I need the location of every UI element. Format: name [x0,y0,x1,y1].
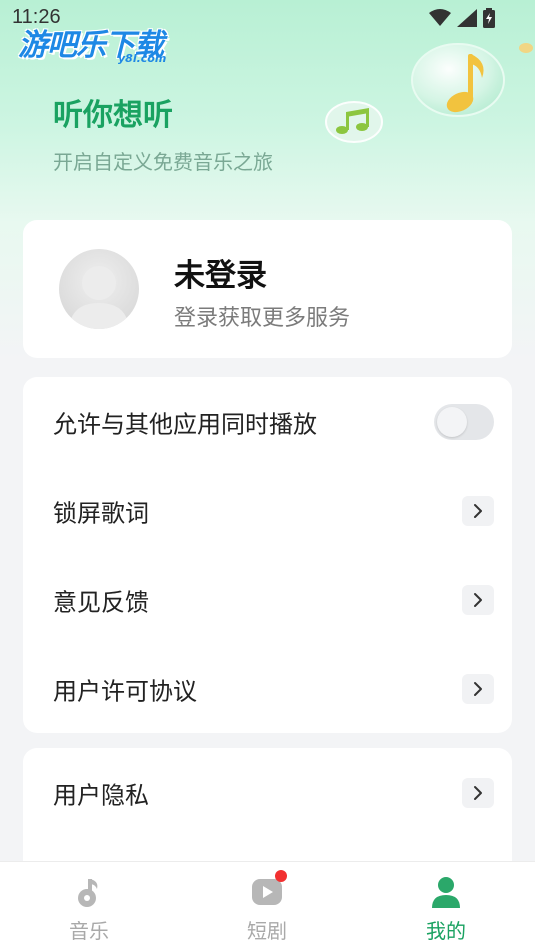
hero-title: 听你想听 [53,98,173,133]
battery-icon [483,8,495,28]
login-subtitle: 登录获取更多服务 [174,306,351,331]
tab-label: 我的 [426,919,466,943]
music-bubble-icon [411,43,505,117]
default-avatar-icon [69,266,129,329]
tab-mine[interactable]: 我的 [357,862,535,951]
chevron-right-icon [462,584,494,615]
settings-card-2: 用户隐私 [23,748,512,878]
settings-row-label: 用户许可协议 [53,677,197,705]
wifi-icon [429,9,451,26]
status-icons [429,8,495,28]
settings-row-license[interactable]: 用户许可协议 [23,644,512,733]
tab-short-drama[interactable]: 短剧 [178,862,356,951]
settings-row-label: 锁屏歌词 [53,499,149,527]
chevron-right-icon [462,777,494,808]
watermark-sub: y8l.com [118,52,167,65]
notification-badge [275,870,287,882]
music-notes-bubble-icon [325,101,383,143]
settings-row-label: 用户隐私 [53,781,149,809]
settings-row-label: 意见反馈 [53,588,149,616]
bottom-tab-bar: 音乐 短剧 我的 [0,861,535,951]
login-card[interactable]: 未登录 登录获取更多服务 [23,220,512,358]
tab-music[interactable]: 音乐 [0,862,178,951]
concurrent-play-toggle[interactable] [434,403,494,440]
settings-row-label: 允许与其他应用同时播放 [53,410,317,438]
settings-row-lockscreen-lyrics[interactable]: 锁屏歌词 [23,466,512,555]
hero-subtitle: 开启自定义免费音乐之旅 [53,150,273,174]
toggle-knob [437,406,467,437]
signal-icon [457,9,477,27]
video-play-icon [249,870,287,910]
settings-row-concurrent-play[interactable]: 允许与其他应用同时播放 [23,377,512,466]
settings-row-feedback[interactable]: 意见反馈 [23,555,512,644]
settings-card: 允许与其他应用同时播放 锁屏歌词 意见反馈 用户许可协议 [23,377,512,733]
watermark-logo: 游吧乐下载 y8l.com [18,20,188,70]
avatar[interactable] [59,249,139,329]
tab-label: 短剧 [247,919,287,943]
chevron-right-icon [462,495,494,526]
tab-label: 音乐 [69,919,109,943]
chevron-right-icon [462,673,494,704]
music-note-icon [78,879,98,907]
settings-row-privacy[interactable]: 用户隐私 [23,748,512,837]
login-title: 未登录 [174,258,267,294]
user-icon [432,877,460,908]
decor-dot [519,43,533,53]
